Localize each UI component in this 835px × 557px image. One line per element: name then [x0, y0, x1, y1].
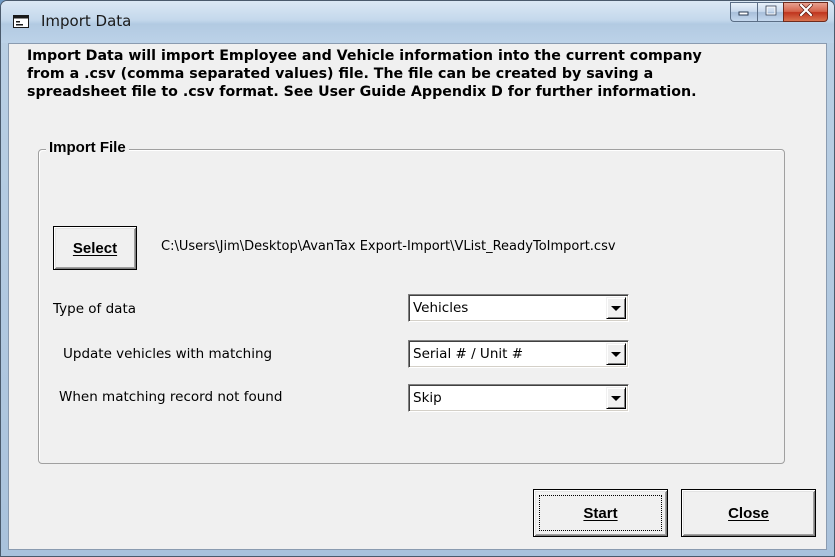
not-found-dropdown-button[interactable] [606, 387, 626, 409]
import-file-group-title: Import File [46, 139, 129, 156]
title-bar[interactable]: Import Data [1, 1, 834, 43]
dropdown-arrow-icon [611, 351, 621, 357]
selected-file-path: C:\Users\Jim\Desktop\AvanTax Export-Impo… [161, 239, 616, 254]
dropdown-arrow-icon [611, 395, 621, 401]
close-button-label: Close [728, 504, 769, 522]
not-found-label: When matching record not found [59, 389, 283, 405]
minimize-button[interactable] [730, 2, 757, 22]
start-button[interactable]: Start [533, 489, 668, 537]
start-button-label: Start [583, 504, 618, 522]
update-matching-value: Serial # / Unit # [413, 346, 524, 362]
close-x-icon [798, 3, 813, 21]
dropdown-arrow-icon [611, 305, 621, 311]
update-matching-dropdown-button[interactable] [606, 343, 626, 365]
caption-buttons [730, 2, 828, 24]
maximize-icon [765, 3, 777, 21]
window-app-icon[interactable] [13, 15, 29, 28]
import-description: Import Data will import Employee and Veh… [27, 48, 702, 100]
minimize-icon [738, 3, 750, 21]
type-of-data-label: Type of data [53, 301, 137, 317]
update-matching-select[interactable]: Serial # / Unit # [408, 340, 629, 368]
select-file-button-label: Select [72, 239, 118, 257]
close-window-button[interactable] [783, 2, 828, 22]
type-of-data-select[interactable]: Vehicles [408, 294, 629, 322]
maximize-button[interactable] [757, 2, 783, 22]
window-title: Import Data [41, 12, 132, 30]
update-matching-label: Update vehicles with matching [63, 346, 273, 362]
select-file-button[interactable]: Select [53, 226, 137, 270]
close-button[interactable]: Close [681, 489, 816, 537]
import-data-window: Import Data Import Data will import Empl… [0, 0, 835, 557]
not-found-select[interactable]: Skip [408, 384, 629, 412]
not-found-value: Skip [413, 390, 442, 406]
type-of-data-dropdown-button[interactable] [606, 297, 626, 319]
type-of-data-value: Vehicles [413, 300, 469, 316]
